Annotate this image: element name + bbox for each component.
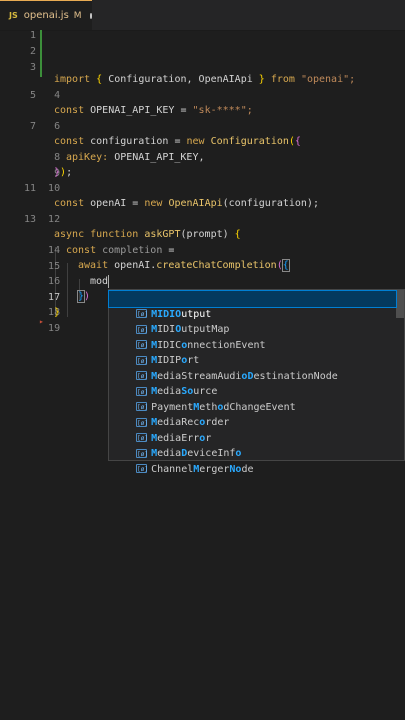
variable-icon: [ø] [136, 464, 148, 473]
suggestion-item[interactable]: [ø] MIDIPort [109, 338, 396, 366]
line-content: async function askGPT(prompt) { [54, 229, 241, 240]
code-line: 8 const configuration = new Configuratio… [0, 134, 405, 163]
code-line: 14 async function askGPT(prompt) { [0, 227, 405, 256]
suggestion-scrollbar[interactable] [396, 290, 404, 318]
line-number: 13 [23, 214, 36, 225]
tab-bar: JS openai.js M [0, 0, 405, 31]
code-line: 7 [0, 119, 36, 135]
code-line: 9 apiKey: OPENAI_API_KEY, [0, 150, 405, 179]
code-line: 11 [0, 181, 36, 197]
line-content: }) [76, 290, 91, 303]
suggestion-item[interactable]: [ø] MIDIOutputMap [109, 307, 396, 335]
line-number: 2 [29, 46, 36, 57]
line-content: const openAI = new OpenAIApi(configurati… [54, 198, 319, 209]
unsaved-dot-icon[interactable] [89, 12, 92, 19]
git-added-indicator [40, 30, 42, 77]
line-content: const configuration = new Configuration(… [54, 136, 301, 147]
tab-modified-status: M [73, 10, 82, 21]
code-line: 12 const openAI = new OpenAIApi(configur… [0, 196, 405, 225]
code-line: 16 await openAI.createChatCompletion({ [0, 258, 405, 287]
line-number: 7 [29, 121, 36, 132]
text-cursor [108, 274, 110, 288]
line-content: mod [90, 274, 110, 288]
line-content: const OPENAI_API_KEY = "sk-****"; [54, 105, 253, 116]
code-line: 15 const completion = [0, 243, 405, 272]
code-line: 2 [0, 44, 36, 60]
tab-openai-js[interactable]: JS openai.js M [0, 0, 92, 30]
line-content: const completion = [66, 245, 175, 256]
suggestion-item[interactable]: [ø] MediaRecorder [109, 400, 396, 428]
line-content: import { Configuration, OpenAIApi } from… [54, 74, 356, 85]
line-number: 19 [48, 323, 61, 334]
suggestion-item[interactable]: [ø] MIDIConnectionEvent [109, 322, 396, 351]
code-line: 6 const OPENAI_API_KEY = "sk-****"; [0, 103, 405, 132]
code-line: 1 [0, 28, 36, 44]
autocomplete-suggestion-list[interactable]: [ø] MIDIOutput [ø] MIDIOutputMap [ø] MIDICo… [108, 289, 405, 475]
tab-filename: openai.js [23, 10, 69, 21]
suggestion-item[interactable]: [ø] MediaError [109, 415, 396, 444]
suggestion-item[interactable]: [ø] MediaDeviceInfo [109, 431, 396, 459]
suggestion-item[interactable]: [ø] MediaStreamAudioDestinationNode [109, 353, 396, 382]
code-line: 4 import { Configuration, OpenAIApi } fr… [0, 72, 405, 101]
code-line: 10 }); [0, 165, 405, 194]
line-content: }); [54, 167, 73, 178]
line-number: 11 [23, 183, 36, 194]
line-number: 1 [29, 30, 36, 41]
code-line: 17 mod [0, 274, 405, 303]
line-content: apiKey: OPENAI_API_KEY, [66, 152, 205, 163]
suggestion-item[interactable]: [ø] PaymentMethodChangeEvent [109, 384, 396, 413]
code-line: 13 [0, 212, 36, 228]
suggestion-item[interactable]: [ø] MediaSource [109, 369, 396, 397]
line-number: 5 [29, 90, 36, 101]
line-content: } [54, 307, 61, 318]
suggestion-item[interactable]: [ø] MIDIOutput [108, 290, 397, 320]
code-line: 5 [0, 88, 36, 104]
suggestion-item[interactable]: [ø] ChannelMergerNode [109, 446, 396, 475]
js-file-icon: JS [9, 11, 18, 20]
line-content: await openAI.createChatCompletion({ [78, 259, 290, 272]
